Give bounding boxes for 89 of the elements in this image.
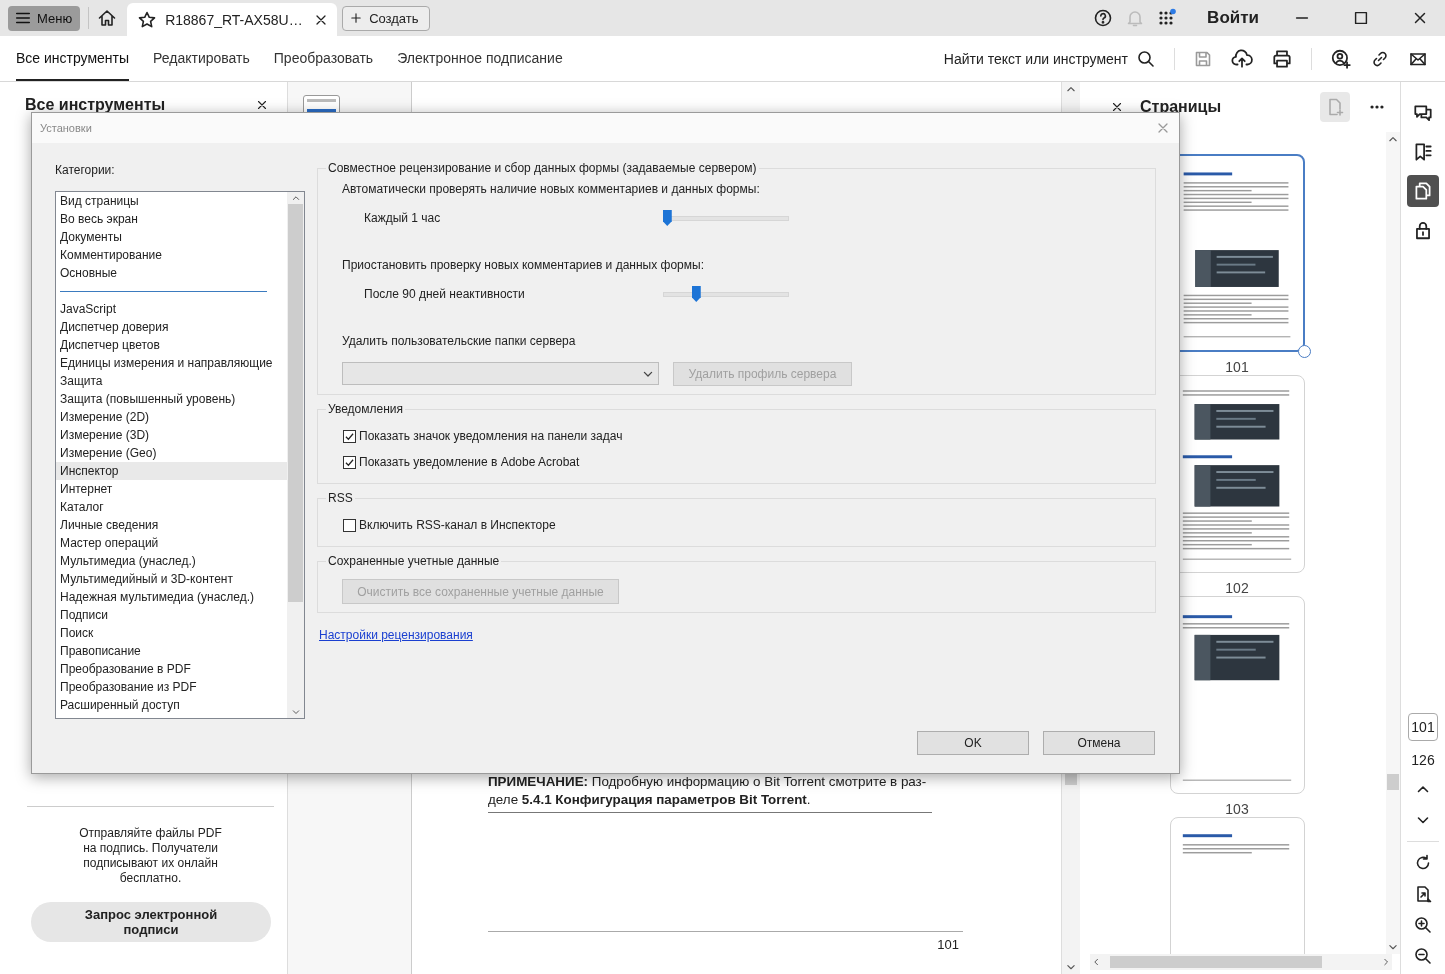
list-item[interactable]: Единицы измерения и направляющие: [56, 354, 287, 372]
list-item[interactable]: Диспетчер доверия: [56, 318, 287, 336]
list-item[interactable]: Инспектор: [56, 462, 287, 480]
page-label: 102: [1225, 580, 1249, 596]
sign-in-button[interactable]: Войти: [1207, 8, 1259, 28]
list-item[interactable]: Основные: [56, 264, 287, 282]
maximize-icon[interactable]: [1352, 9, 1370, 27]
list-item[interactable]: Мультимедийный и 3D-контент: [56, 570, 287, 588]
menu-button[interactable]: Меню: [8, 5, 81, 31]
group-title: Совместное рецензирование и сбор данных формы (задаваемые сервером): [327, 161, 758, 175]
setting-label: Удалить пользовательские папки сервера: [342, 334, 577, 348]
list-item[interactable]: Расширенный доступ: [56, 696, 287, 714]
dialog-title: Установки: [40, 122, 93, 134]
list-item[interactable]: Поиск: [56, 624, 287, 642]
slider-label: После 90 дней неактивности: [364, 287, 526, 301]
page-label: 103: [1225, 801, 1249, 817]
list-item[interactable]: Вид страницы: [56, 192, 287, 210]
list-item[interactable]: Комментирование: [56, 246, 287, 264]
list-item[interactable]: Защита: [56, 372, 287, 390]
request-signature-button[interactable]: Запрос электронной подписи: [31, 902, 271, 942]
list-item[interactable]: Преобразование из PDF: [56, 678, 287, 696]
checkbox-label: Включить RSS-канал в Инспекторе: [359, 518, 556, 532]
cloud-upload-icon[interactable]: [1231, 47, 1253, 70]
toolbar-tab[interactable]: Электронное подписание: [397, 36, 563, 81]
plus-icon[interactable]: [349, 11, 364, 25]
list-item[interactable]: Надежная мультимедиа (унаслед.): [56, 588, 287, 606]
category-list[interactable]: [55, 191, 305, 719]
list-item[interactable]: Преобразование в PDF: [56, 660, 287, 678]
dialog-button[interactable]: OK: [917, 731, 1029, 755]
slider-thumb[interactable]: [691, 286, 701, 302]
list-item[interactable]: Интернет: [56, 480, 287, 498]
resize-handle[interactable]: [1297, 345, 1311, 358]
zoom-out-icon[interactable]: [1413, 946, 1433, 966]
checkbox-label: Показать значок уведомления на панели задач: [359, 429, 623, 443]
review-settings-link[interactable]: Настройки рецензирования: [319, 628, 473, 642]
search-button[interactable]: Найти текст или инструмент: [943, 48, 1156, 69]
group-title: Сохраненные учетные данные: [327, 554, 501, 568]
group-title: RSS: [327, 491, 354, 505]
slider-label: Каждый 1 час: [364, 211, 442, 225]
toolbar-tab[interactable]: Преобразовать: [273, 36, 374, 81]
page-count: 126: [1411, 752, 1435, 768]
list-item[interactable]: Мультимедиа (унаслед.): [56, 552, 287, 570]
list-item[interactable]: Каталог: [56, 498, 287, 516]
list-item[interactable]: Диспетчер цветов: [56, 336, 287, 354]
checkbox-label: Показать уведомление в Adobe Acrobat: [359, 455, 580, 469]
close-icon[interactable]: [1110, 100, 1124, 114]
scrollbar-thumb[interactable]: [288, 204, 303, 602]
toolbar-tab[interactable]: Редактировать: [153, 36, 250, 81]
home-icon[interactable]: [97, 8, 118, 28]
list-item[interactable]: Документы: [56, 228, 287, 246]
document-tab[interactable]: R18867_RT-AX58U…: [127, 3, 338, 36]
list-item[interactable]: Правописание: [56, 642, 287, 660]
list-item[interactable]: Подписи: [56, 606, 287, 624]
setting-label: Приостановить проверку новых комментариев и данных формы:: [342, 258, 705, 272]
scrollbar-thumb[interactable]: [1387, 774, 1399, 790]
checkbox[interactable]: [343, 518, 356, 532]
star-icon[interactable]: [137, 9, 158, 30]
search-icon[interactable]: [1136, 48, 1156, 69]
list-item[interactable]: Измерение (Geo): [56, 444, 287, 462]
scrollbar-thumb[interactable]: [1110, 956, 1322, 968]
page-label: 101: [1225, 359, 1249, 375]
list-item[interactable]: JavaScript: [56, 300, 287, 318]
page-number: 101: [937, 937, 959, 952]
dialog-button[interactable]: Отмена: [1043, 731, 1155, 755]
checkbox[interactable]: [343, 455, 356, 469]
checkbox[interactable]: [343, 429, 356, 443]
setting-label: Автоматически проверять наличие новых комментариев и данных формы:: [342, 182, 761, 196]
list-item[interactable]: Мастер операций: [56, 534, 287, 552]
list-item[interactable]: Измерение (2D): [56, 408, 287, 426]
page-field[interactable]: 101: [1408, 713, 1438, 741]
user-plus-icon[interactable]: [1330, 47, 1352, 70]
help-icon[interactable]: [1093, 8, 1114, 28]
toolbar-tab[interactable]: Все инструменты: [16, 36, 130, 81]
categories-label: Категории:: [55, 163, 116, 177]
create-button[interactable]: Создать: [342, 5, 430, 31]
panel-title: Все инструменты: [25, 96, 167, 114]
list-item[interactable]: Защита (повышенный уровень): [56, 390, 287, 408]
group-title: Уведомления: [327, 402, 405, 416]
slider[interactable]: [663, 210, 789, 226]
promo-text: Отправляйте файлы PDF на подпись. Получатели подписывают их онлайн бесплатно.: [27, 806, 274, 886]
panel-title: Страницы: [1140, 98, 1223, 116]
slider[interactable]: [663, 286, 789, 302]
list-item[interactable]: Измерение (3D): [56, 426, 287, 444]
zoom-in-icon[interactable]: [1413, 915, 1433, 935]
print-icon[interactable]: [1271, 47, 1293, 70]
list-item[interactable]: Во весь экран: [56, 210, 287, 228]
list-item[interactable]: Личные сведения: [56, 516, 287, 534]
close-icon[interactable]: [255, 98, 269, 112]
slider-thumb[interactable]: [662, 210, 672, 226]
